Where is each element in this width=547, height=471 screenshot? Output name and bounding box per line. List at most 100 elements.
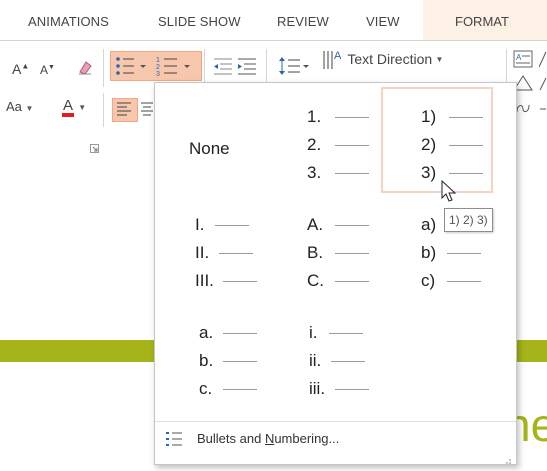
placeholder-line xyxy=(335,145,369,146)
tab-review[interactable]: REVIEW xyxy=(277,14,329,29)
placeholder-line xyxy=(223,389,257,390)
numbering-gallery-dropdown: None 1. 2. 3. 1) 2) 3) I. II. III. A. B.… xyxy=(154,82,517,465)
tab-slide-show[interactable]: SLIDE SHOW xyxy=(158,14,241,29)
chevron-down-icon: ▼ xyxy=(78,103,87,112)
item-marker: a) xyxy=(421,215,437,234)
decrease-indent-icon[interactable] xyxy=(212,56,234,79)
ribbon-separator xyxy=(103,93,104,127)
placeholder-line xyxy=(223,361,257,362)
grow-font-button[interactable]: A▲ xyxy=(12,61,29,77)
ribbon-separator xyxy=(103,49,104,87)
item-marker: 1. xyxy=(307,107,322,126)
item-marker: i. xyxy=(309,323,318,342)
menu-item-accelerator: N xyxy=(264,431,275,446)
font-color-button[interactable]: A ▼ xyxy=(62,97,86,117)
menu-item-label: umbering... xyxy=(274,431,340,446)
change-case-button[interactable]: Aa ▼ xyxy=(6,99,33,114)
bullets-button[interactable] xyxy=(114,55,148,80)
svg-text:3: 3 xyxy=(156,71,160,77)
numbering-button[interactable]: 1 2 3 xyxy=(155,55,193,80)
placeholder-line xyxy=(335,253,369,254)
tooltip: 1) 2) 3) xyxy=(444,208,493,232)
item-marker: ii. xyxy=(309,351,322,370)
shrink-font-label: A xyxy=(40,63,49,77)
clear-formatting-icon[interactable] xyxy=(76,58,94,79)
item-marker: a. xyxy=(199,323,214,342)
tab-view[interactable]: VIEW xyxy=(366,14,400,29)
placeholder-line xyxy=(335,117,369,118)
svg-text:A: A xyxy=(334,50,342,62)
grow-font-label: A xyxy=(12,61,22,77)
change-case-label: Aa xyxy=(6,99,22,114)
placeholder-line xyxy=(449,117,483,118)
text-direction-icon: A xyxy=(323,50,342,69)
bullets-and-numbering-menu-item[interactable]: Bullets and Numbering... xyxy=(197,431,339,446)
align-left-icon[interactable] xyxy=(116,101,132,120)
tab-format-label: FORMAT xyxy=(455,14,509,29)
align-center-icon[interactable] xyxy=(140,101,154,120)
line-spacing-icon xyxy=(279,57,309,75)
freeform-shape-icon[interactable] xyxy=(514,100,534,119)
item-marker: iii. xyxy=(309,379,326,398)
chevron-down-icon: ▼ xyxy=(25,104,34,113)
menu-divider xyxy=(155,421,516,422)
svg-text:A: A xyxy=(516,53,522,62)
numbering-option-paren[interactable]: 1) 2) 3) xyxy=(381,87,493,193)
increase-indent-icon[interactable] xyxy=(236,56,258,79)
item-marker: B. xyxy=(307,243,324,262)
item-marker: c) xyxy=(421,271,436,290)
resize-grip-icon[interactable] xyxy=(502,453,512,471)
placeholder-line xyxy=(447,281,481,282)
item-marker: I. xyxy=(195,215,205,234)
placeholder-line xyxy=(335,389,369,390)
placeholder-line xyxy=(447,253,481,254)
placeholder-line xyxy=(335,225,369,226)
numbering-option-upper-alpha[interactable]: A. B. C. xyxy=(279,201,389,301)
item-marker: 3) xyxy=(421,163,437,182)
placeholder-line xyxy=(219,253,253,254)
numbering-option-lower-roman[interactable]: i. ii. iii. xyxy=(279,309,389,409)
numbering-option-lower-alpha[interactable]: a. b. c. xyxy=(163,309,273,409)
placeholder-line xyxy=(449,173,483,174)
font-color-label: A xyxy=(62,98,75,117)
item-marker: C. xyxy=(307,271,324,290)
text-direction-label: Text Direction xyxy=(347,51,433,67)
svg-text:1: 1 xyxy=(156,57,160,64)
item-marker: II. xyxy=(195,243,210,262)
item-marker: b. xyxy=(199,351,214,370)
tab-format[interactable]: FORMAT xyxy=(423,0,547,40)
item-marker: 1) xyxy=(421,107,437,126)
ribbon-more-icon[interactable] xyxy=(539,102,547,119)
item-marker: III. xyxy=(195,271,214,290)
textbox-icon[interactable]: A xyxy=(513,50,533,71)
numbering-option-upper-roman[interactable]: I. II. III. xyxy=(163,201,273,301)
placeholder-line xyxy=(223,333,257,334)
item-marker: c. xyxy=(199,379,213,398)
placeholder-line xyxy=(449,145,483,146)
text-direction-button[interactable]: A Text Direction ▼ xyxy=(322,47,443,71)
numbering-option-decimal[interactable]: 1. 2. 3. xyxy=(279,89,389,189)
mouse-pointer-icon xyxy=(441,179,457,209)
numbered-list-icon xyxy=(165,431,183,452)
line-shape-icon[interactable] xyxy=(538,50,547,71)
ribbon-tabs: ANIMATIONS SLIDE SHOW REVIEW VIEW FORMAT xyxy=(0,0,547,40)
bullets-icon xyxy=(116,57,146,75)
line-spacing-button[interactable] xyxy=(278,55,310,80)
svg-text:2: 2 xyxy=(156,64,160,71)
item-marker: 2. xyxy=(307,135,322,154)
menu-item-label: Bullets and xyxy=(197,431,265,446)
placeholder-line xyxy=(331,361,365,362)
placeholder-line xyxy=(215,225,249,226)
placeholder-line xyxy=(335,173,369,174)
shrink-font-button[interactable]: A▼ xyxy=(40,63,55,77)
placeholder-line xyxy=(329,333,363,334)
numbering-icon: 1 2 3 xyxy=(156,57,190,78)
none-label: None xyxy=(189,139,230,158)
tab-animations[interactable]: ANIMATIONS xyxy=(28,14,109,29)
item-marker: 2) xyxy=(421,135,437,154)
curve-shape-icon[interactable] xyxy=(539,77,547,94)
paragraph-dialog-launcher-icon[interactable] xyxy=(90,142,99,156)
placeholder-line xyxy=(223,281,257,282)
chevron-down-icon: ▼ xyxy=(435,55,444,65)
numbering-option-none[interactable]: None xyxy=(163,89,273,189)
